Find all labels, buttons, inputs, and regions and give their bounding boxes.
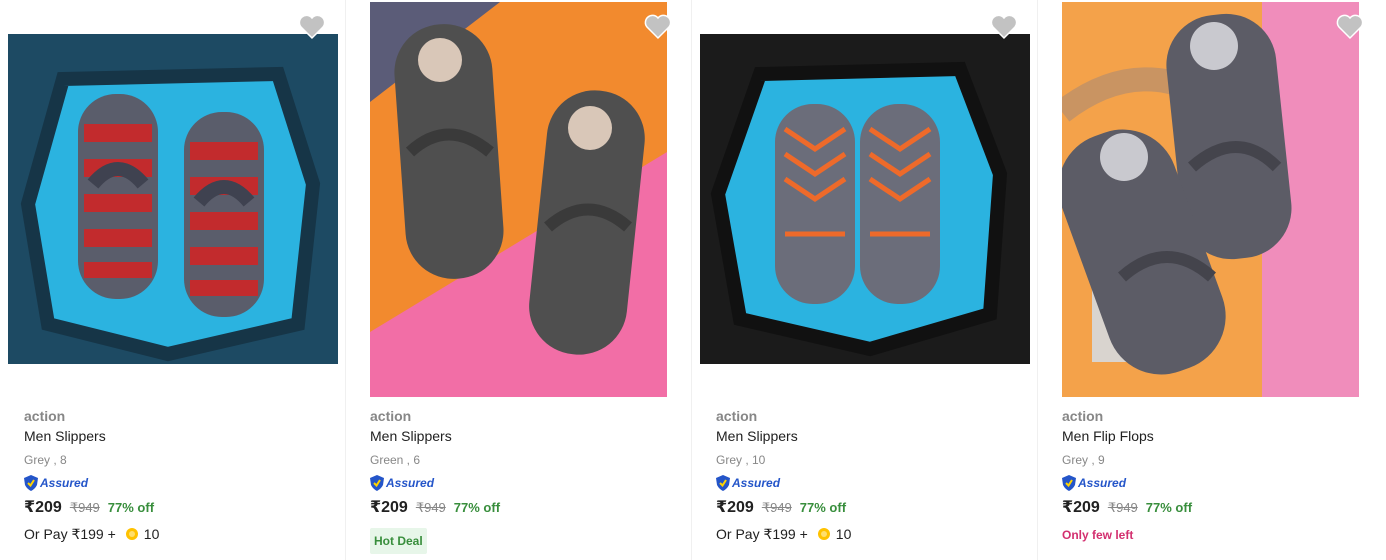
product-image-graphic	[8, 34, 338, 364]
product-card[interactable]: action Men Slippers Grey , 10 Assured ₹2…	[692, 0, 1038, 560]
product-variant: Grey , 8	[24, 453, 67, 467]
assured-badge: Assured	[370, 474, 500, 492]
pay-with-coins: Or Pay ₹199 + 10	[24, 524, 159, 544]
assured-shield-icon	[370, 475, 384, 491]
stock-warning: Only few left	[1062, 528, 1134, 542]
product-image[interactable]	[700, 34, 1030, 364]
original-price: ₹949	[69, 500, 100, 515]
product-brand: action	[1062, 408, 1104, 424]
assured-badge: Assured	[1062, 474, 1192, 492]
product-image-graphic	[370, 2, 667, 397]
product-variant: Grey , 9	[1062, 453, 1105, 467]
pay-label: Or Pay ₹199 +	[716, 525, 808, 542]
product-card[interactable]: action Men Slippers Green , 6 Assured ₹2…	[346, 0, 692, 560]
original-price: ₹949	[1107, 500, 1138, 515]
assured-badge: Assured	[716, 474, 851, 492]
product-image[interactable]	[1062, 2, 1359, 397]
discount-percent: 77% off	[453, 500, 501, 515]
product-variant: Grey , 10	[716, 453, 766, 467]
discount-percent: 77% off	[1145, 500, 1193, 515]
product-image[interactable]	[370, 2, 667, 397]
product-variant: Green , 6	[370, 453, 421, 467]
price-row: ₹209 ₹949 77% off	[370, 497, 500, 519]
assured-label: Assured	[1078, 476, 1127, 490]
price-row: ₹209 ₹949 77% off	[1062, 497, 1192, 519]
assured-shield-icon	[24, 475, 38, 491]
selling-price: ₹209	[716, 499, 754, 516]
product-info: action Men Flip Flops Grey , 9 Assured ₹…	[1062, 406, 1192, 542]
assured-shield-icon	[716, 475, 730, 491]
product-title[interactable]: Men Slippers	[716, 426, 851, 446]
coin-count: 10	[143, 526, 160, 542]
discount-percent: 77% off	[107, 500, 155, 515]
product-title[interactable]: Men Slippers	[24, 426, 159, 446]
selling-price: ₹209	[24, 499, 62, 516]
product-brand: action	[24, 408, 66, 424]
product-card[interactable]: action Men Flip Flops Grey , 9 Assured ₹…	[1038, 0, 1384, 560]
supercoin-icon	[125, 528, 138, 540]
wishlist-heart-icon[interactable]	[1336, 14, 1364, 40]
selling-price: ₹209	[370, 499, 408, 516]
wishlist-heart-icon[interactable]	[644, 14, 672, 40]
supercoin-icon	[817, 528, 830, 540]
price-row: ₹209 ₹949 77% off	[24, 497, 159, 519]
original-price: ₹949	[415, 500, 446, 515]
product-image-graphic	[700, 34, 1030, 364]
assured-badge: Assured	[24, 474, 159, 492]
product-info: action Men Slippers Grey , 10 Assured ₹2…	[716, 406, 851, 544]
original-price: ₹949	[761, 500, 792, 515]
product-title[interactable]: Men Slippers	[370, 426, 500, 446]
pay-label: Or Pay ₹199 +	[24, 525, 116, 542]
wishlist-heart-icon[interactable]	[990, 14, 1018, 40]
assured-label: Assured	[40, 476, 89, 490]
coin-count: 10	[835, 526, 852, 542]
pay-with-coins: Or Pay ₹199 + 10	[716, 524, 851, 544]
assured-label: Assured	[732, 476, 781, 490]
wishlist-heart-icon[interactable]	[298, 14, 326, 40]
price-row: ₹209 ₹949 77% off	[716, 497, 851, 519]
product-info: action Men Slippers Grey , 8 Assured ₹20…	[24, 406, 159, 544]
product-brand: action	[370, 408, 412, 424]
product-image-graphic	[1062, 2, 1359, 397]
product-brand: action	[716, 408, 758, 424]
product-card[interactable]: action Men Slippers Grey , 8 Assured ₹20…	[0, 0, 346, 560]
discount-percent: 77% off	[799, 500, 847, 515]
product-grid: action Men Slippers Grey , 8 Assured ₹20…	[0, 0, 1386, 560]
product-info: action Men Slippers Green , 6 Assured ₹2…	[370, 406, 500, 554]
product-title[interactable]: Men Flip Flops	[1062, 426, 1192, 446]
selling-price: ₹209	[1062, 499, 1100, 516]
assured-label: Assured	[386, 476, 435, 490]
assured-shield-icon	[1062, 475, 1076, 491]
hot-deal-badge: Hot Deal	[370, 528, 427, 554]
product-image[interactable]	[8, 34, 338, 364]
